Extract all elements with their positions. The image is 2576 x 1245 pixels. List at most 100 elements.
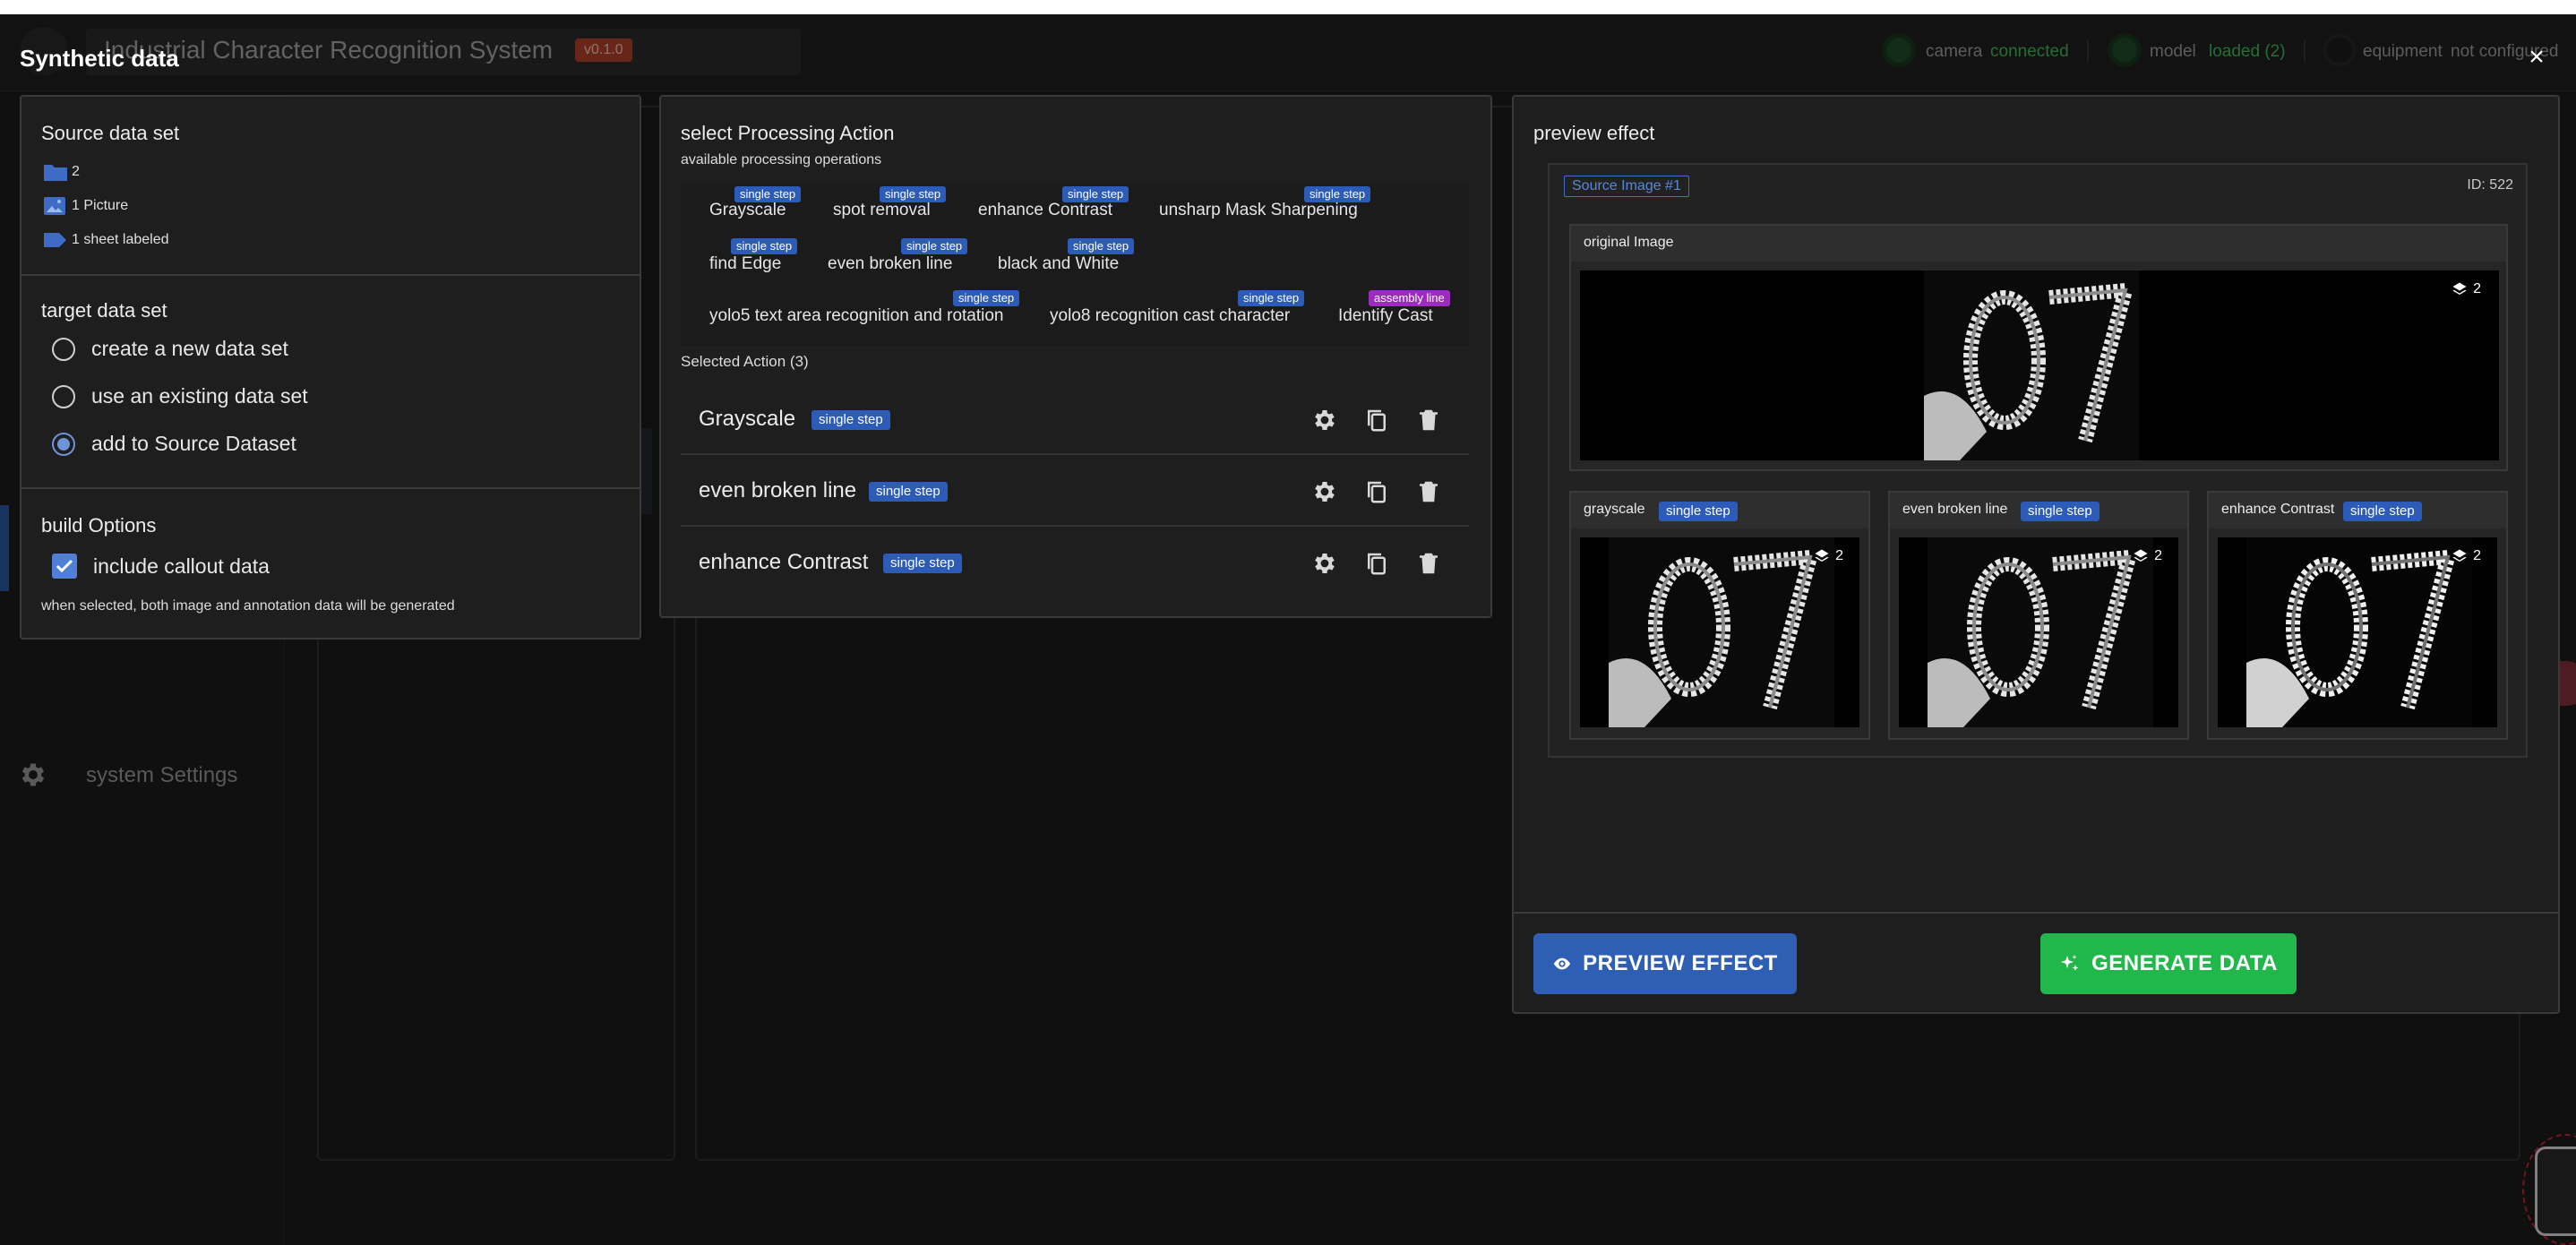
result-image-card: even broken line single step 2 — [1888, 491, 2189, 740]
radio-label: create a new data set — [91, 337, 288, 360]
source-pictures-row: 1 Picture — [43, 195, 128, 217]
selected-action-row: Grayscale single step — [681, 385, 1469, 455]
radio-add-to-source[interactable]: add to Source Dataset — [52, 432, 296, 456]
preview-title: preview effect — [1533, 122, 1655, 144]
processing-subtitle: available processing operations — [681, 152, 882, 167]
result-image-tag: single step — [2021, 502, 2099, 521]
operation-grayscale[interactable]: Grayscale — [709, 201, 786, 220]
result-image-title: even broken line — [1902, 502, 2008, 517]
labeled-count: 1 sheet labeled — [72, 232, 169, 247]
include-callout-option[interactable]: include callout data — [52, 554, 270, 579]
ocr-sample-image — [1924, 270, 2150, 460]
picture-count: 1 Picture — [72, 198, 129, 213]
result-image-title: grayscale — [1584, 502, 1645, 517]
result-image-card: grayscale single step 2 — [1569, 491, 1870, 740]
copy-icon[interactable] — [1363, 407, 1390, 434]
operation-yolo8-cast-character[interactable]: yolo8 recognition cast character — [1050, 306, 1290, 326]
operation-spot-removal[interactable]: spot removal — [833, 201, 931, 220]
operation-tag-assembly: assembly line — [1369, 290, 1450, 306]
processing-panel: select Processing Action available proce… — [659, 95, 1492, 618]
radio-create-new[interactable]: create a new data set — [52, 337, 288, 361]
ocr-sample-image — [2246, 537, 2472, 727]
copy-icon[interactable] — [1363, 478, 1390, 505]
gear-icon[interactable] — [1311, 407, 1338, 434]
layers-icon — [2452, 549, 2467, 562]
result-layer-count: 2 — [2133, 548, 2162, 564]
radio-use-existing[interactable]: use an existing data set — [52, 384, 308, 408]
target-dataset-title: target data set — [41, 299, 167, 322]
source-image-tag: Source Image #1 — [1564, 176, 1689, 197]
check-icon — [56, 559, 73, 573]
operation-unsharp-mask[interactable]: unsharp Mask Sharpening — [1159, 201, 1358, 220]
selected-action-tag: single step — [811, 410, 890, 430]
preview-effect-label: PREVIEW EFFECT — [1583, 951, 1778, 975]
source-labeled-row: 1 sheet labeled — [43, 229, 169, 251]
build-options-title: build Options — [41, 514, 157, 537]
operation-find-edge[interactable]: find Edge — [709, 254, 781, 274]
operation-tag: single step — [880, 186, 947, 202]
result-image-tag: single step — [2343, 502, 2422, 521]
ocr-sample-image — [1928, 537, 2153, 727]
copy-icon[interactable] — [1363, 550, 1390, 577]
eye-icon — [1553, 957, 1571, 970]
radio-label: add to Source Dataset — [91, 432, 296, 455]
generate-data-label: GENERATE DATA — [2091, 951, 2278, 975]
operation-identify-cast[interactable]: Identify Cast — [1338, 306, 1433, 326]
selected-action-tag: single step — [869, 482, 948, 502]
trash-icon[interactable] — [1415, 407, 1442, 434]
original-image[interactable]: 2 — [1580, 270, 2499, 460]
trash-icon[interactable] — [1415, 478, 1442, 505]
selected-action-name: enhance Contrast — [699, 550, 869, 574]
selected-action-name: Grayscale — [699, 407, 796, 431]
dialog-title: Synthetic data — [20, 45, 179, 72]
operations-list: Grayscale single step spot removal singl… — [681, 183, 1469, 346]
preview-effect-button[interactable]: PREVIEW EFFECT — [1533, 933, 1797, 994]
original-layer-count: 2 — [2451, 281, 2481, 297]
trash-icon[interactable] — [1415, 550, 1442, 577]
operation-tag: single step — [1068, 238, 1135, 254]
generate-data-button[interactable]: GENERATE DATA — [2040, 933, 2297, 994]
layer-count-value: 2 — [2473, 548, 2481, 563]
original-image-card: original Image 2 — [1569, 224, 2508, 471]
operation-enhance-contrast[interactable]: enhance Contrast — [978, 201, 1112, 220]
radio-label: use an existing data set — [91, 384, 308, 408]
build-hint: when selected, both image and annotation… — [41, 598, 455, 614]
operation-tag: single step — [901, 238, 968, 254]
card-header: enhance Contrast single step — [2209, 493, 2506, 528]
include-callout-label: include callout data — [93, 554, 270, 578]
gear-icon[interactable] — [1311, 478, 1338, 505]
layer-count-value: 2 — [1835, 548, 1843, 563]
operation-yolo5-text-area[interactable]: yolo5 text area recognition and rotation — [709, 306, 1004, 326]
result-image-card: enhance Contrast single step 2 — [2207, 491, 2508, 740]
preview-panel: preview effect Source Image #1 ID: 522 o… — [1512, 95, 2560, 1014]
close-button[interactable]: × — [2520, 41, 2553, 73]
include-callout-checkbox[interactable] — [52, 554, 77, 579]
operation-tag: single step — [1062, 186, 1129, 202]
folder-icon — [44, 165, 67, 181]
source-dataset-title: Source data set — [41, 122, 180, 144]
card-header: even broken line single step — [1890, 493, 2187, 528]
selected-action-tag: single step — [883, 554, 962, 573]
action-bar-divider — [1514, 912, 2558, 914]
source-folder-row: 2 — [43, 161, 80, 183]
sparkle-icon — [2061, 955, 2079, 971]
operation-black-and-white[interactable]: black and White — [998, 254, 1119, 274]
section-divider — [21, 487, 640, 489]
image-id: ID: 522 — [2467, 177, 2513, 193]
result-image[interactable]: 2 — [2218, 537, 2497, 727]
gear-icon[interactable] — [1311, 550, 1338, 577]
layers-icon — [2452, 282, 2467, 295]
result-image[interactable]: 2 — [1899, 537, 2178, 727]
section-divider — [21, 274, 640, 276]
result-layer-count: 2 — [2451, 548, 2481, 564]
operation-even-broken-line[interactable]: even broken line — [828, 254, 952, 274]
source-panel: Source data set 2 1 Picture 1 sheet labe… — [20, 95, 641, 640]
original-image-title: original Image — [1584, 235, 1674, 250]
result-image[interactable]: 2 — [1580, 537, 1859, 727]
radio-button-selected[interactable] — [52, 432, 75, 456]
processing-title: select Processing Action — [681, 122, 895, 144]
operation-tag: single step — [1304, 186, 1371, 202]
radio-button[interactable] — [52, 337, 75, 361]
label-icon — [44, 233, 66, 247]
radio-button[interactable] — [52, 384, 75, 408]
